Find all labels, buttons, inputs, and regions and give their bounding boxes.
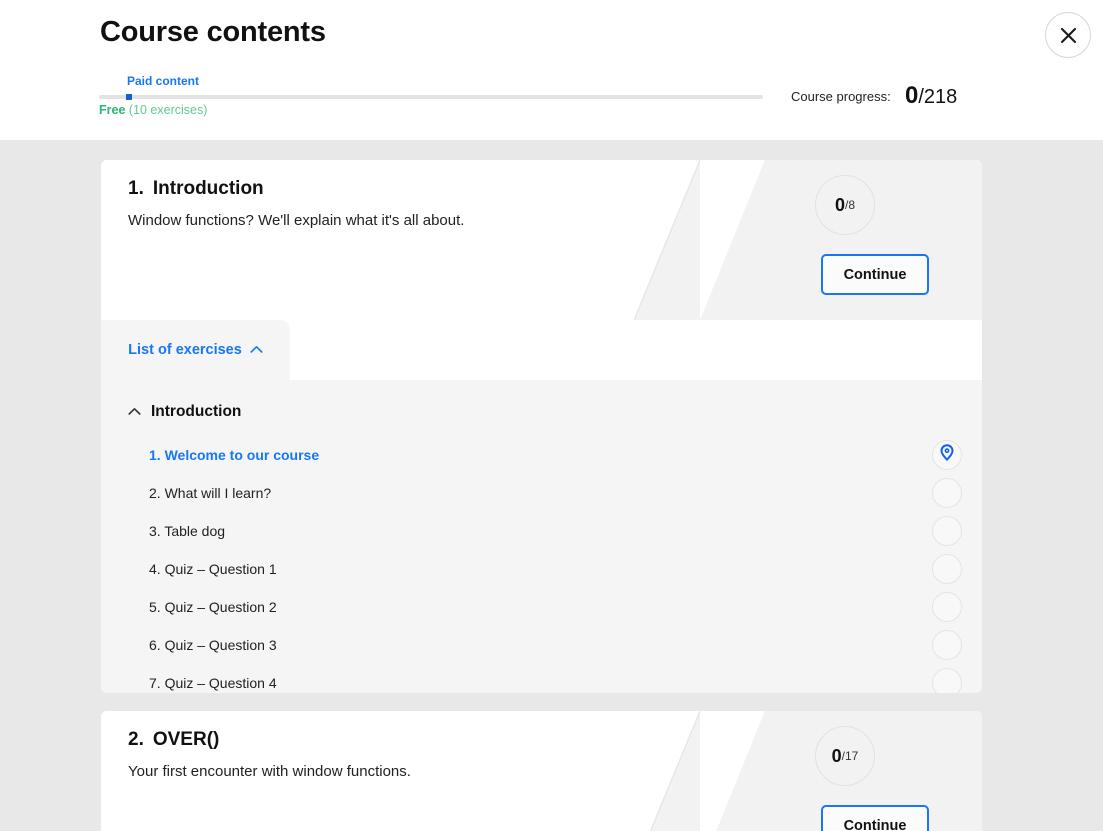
free-content-label: Free (10 exercises)	[99, 103, 207, 117]
section-header: 2. OVER() Your first encounter with windo…	[101, 711, 982, 831]
paid-content-label: Paid content	[127, 74, 200, 88]
section-description: Your first encounter with window functio…	[128, 763, 411, 780]
section-score-completed: 0	[834, 194, 845, 215]
section-diagonal-divider	[634, 160, 700, 320]
list-item[interactable]: 4. Quiz – Question 1	[101, 550, 982, 588]
tab-list-of-exercises[interactable]: List of exercises	[101, 320, 290, 380]
close-button[interactable]	[1045, 12, 1091, 58]
section-score-badge: 0/17	[815, 726, 875, 786]
exercise-list-panel: Introduction 1. Welcome to our course 2.…	[101, 380, 982, 693]
exercise-label: 3. Table dog	[149, 523, 226, 539]
section-score-total: /8	[845, 198, 856, 212]
exercise-status	[932, 516, 962, 546]
exercise-status	[932, 554, 962, 584]
section-title-text: Introduction	[152, 178, 264, 199]
continue-button[interactable]: Continue	[821, 254, 929, 295]
list-item[interactable]: 5. Quiz – Question 2	[101, 588, 982, 626]
section-title: 1. Introduction	[128, 178, 264, 200]
course-section-card: 2. OVER() Your first encounter with windo…	[101, 711, 982, 831]
exercise-label: 2. What will I learn?	[149, 485, 272, 501]
exercise-status	[932, 630, 962, 660]
free-label-strong: Free	[99, 103, 126, 117]
progress-track	[99, 95, 763, 99]
close-icon	[1060, 27, 1077, 44]
exercise-status	[932, 668, 962, 693]
course-progress-label: Course progress:	[791, 89, 891, 104]
modal-header: Course contents Paid content Free (10 ex…	[0, 0, 1103, 140]
section-number: 1.	[128, 178, 144, 199]
course-progress-value: 0/218	[905, 82, 957, 110]
exercise-group-header[interactable]: Introduction	[128, 403, 241, 421]
section-header: 1. Introduction Window functions? We'll e…	[101, 160, 982, 320]
exercise-label: 1. Welcome to our course	[149, 447, 320, 463]
section-score-badge: 0/8	[815, 175, 875, 235]
section-score-completed: 0	[831, 745, 842, 766]
list-item[interactable]: 2. What will I learn?	[101, 474, 982, 512]
list-item[interactable]: 3. Table dog	[101, 512, 982, 550]
section-score-total: /17	[841, 749, 859, 763]
section-tab-strip: List of exercises	[101, 320, 982, 380]
exercise-status	[932, 478, 962, 508]
page-title: Course contents	[100, 16, 326, 48]
chevron-up-icon	[250, 341, 263, 359]
list-item[interactable]: 6. Quiz – Question 3	[101, 626, 982, 664]
exercise-label: 6. Quiz – Question 3	[149, 637, 277, 653]
exercise-label: 4. Quiz – Question 1	[149, 561, 277, 577]
section-title-text: OVER()	[152, 729, 220, 750]
location-pin-icon	[940, 444, 954, 466]
section-description: Window functions? We'll explain what it'…	[128, 212, 465, 229]
course-progress-completed: 0	[905, 82, 919, 109]
tab-label: List of exercises	[128, 342, 242, 358]
section-number: 2.	[128, 729, 144, 750]
continue-button[interactable]: Continue	[821, 805, 929, 831]
exercise-status	[932, 592, 962, 622]
progress-marker	[126, 94, 132, 100]
chevron-up-icon	[128, 403, 141, 421]
course-contents-body: 1. Introduction Window functions? We'll e…	[0, 140, 1103, 831]
exercise-group-title: Introduction	[151, 403, 242, 420]
course-progress-total: /218	[918, 86, 958, 108]
section-diagonal-divider	[649, 711, 700, 831]
section-title: 2. OVER()	[128, 729, 219, 751]
exercise-label: 5. Quiz – Question 2	[149, 599, 277, 615]
free-label-count: (10 exercises)	[125, 103, 208, 117]
exercise-status	[932, 440, 962, 470]
list-item[interactable]: 1. Welcome to our course	[101, 436, 982, 474]
course-section-card: 1. Introduction Window functions? We'll e…	[101, 160, 982, 693]
list-item[interactable]: 7. Quiz – Question 4	[101, 664, 982, 693]
exercise-label: 7. Quiz – Question 4	[149, 675, 277, 691]
